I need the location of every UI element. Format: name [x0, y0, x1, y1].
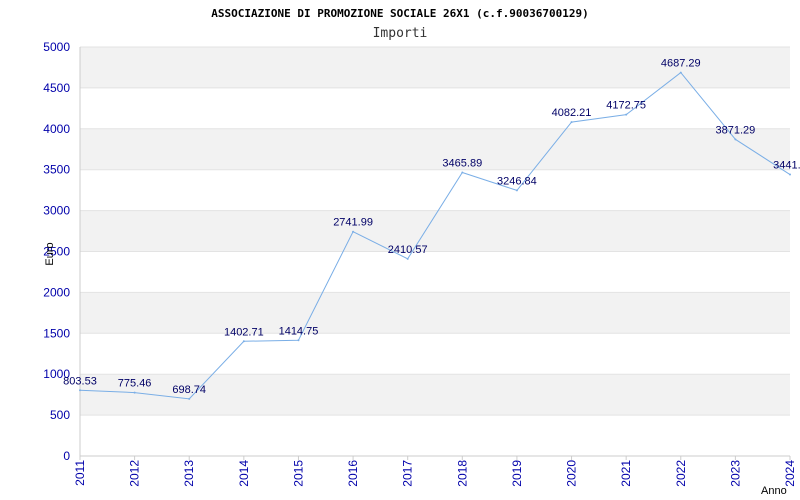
x-axis-label: Anno — [761, 485, 787, 497]
data-label: 1414.75 — [279, 325, 319, 337]
data-point — [461, 171, 464, 174]
y-tick-label: 4500 — [43, 81, 70, 95]
x-axis-ticks: 2011 2012 2013 2014 2015 2016 2017 2018 2019 2020… — [73, 456, 797, 487]
x-tick-label: 2012 — [128, 460, 142, 487]
y-tick-label: 1500 — [43, 326, 70, 340]
data-point — [133, 391, 136, 394]
y-tick-label: 0 — [63, 449, 70, 463]
x-tick-label: 2023 — [728, 460, 742, 487]
data-label: 2410.57 — [388, 244, 428, 256]
x-tick-label: 2015 — [291, 460, 305, 487]
data-point — [242, 340, 245, 343]
y-tick-label: 3500 — [43, 163, 70, 177]
grid-band — [80, 210, 790, 252]
y-tick-label: 3000 — [43, 204, 70, 218]
x-tick-label: 2011 — [73, 460, 87, 486]
x-tick-label: 2021 — [619, 460, 633, 487]
x-tick-label: 2020 — [565, 460, 579, 487]
line-chart: ASSOCIAZIONE DI PROMOZIONE SOCIALE 26X1 … — [43, 7, 800, 497]
y-tick-label: 4000 — [43, 122, 70, 136]
data-label: 3871.29 — [716, 124, 756, 136]
y-tick-label: 500 — [50, 408, 70, 422]
data-point — [297, 339, 300, 342]
data-point — [789, 173, 791, 176]
x-tick-label: 2016 — [346, 460, 360, 487]
grid-bands — [80, 47, 790, 416]
data-point — [79, 389, 81, 392]
data-point — [625, 113, 628, 116]
data-label: 3465.89 — [442, 157, 482, 169]
data-point — [570, 121, 573, 124]
grid-band — [80, 292, 790, 334]
chart-subtitle: Importi — [373, 26, 428, 41]
grid-band — [80, 128, 790, 170]
data-point — [734, 138, 737, 141]
data-label: 803.53 — [63, 375, 97, 387]
chart-title: ASSOCIAZIONE DI PROMOZIONE SOCIALE 26X1 … — [211, 7, 589, 20]
data-point — [679, 71, 682, 74]
x-tick-label: 2014 — [237, 460, 251, 487]
data-label: 4687.29 — [661, 58, 701, 70]
x-tick-label: 2018 — [455, 460, 469, 487]
data-label: 3246.84 — [497, 175, 537, 187]
x-tick-label: 2017 — [401, 460, 415, 487]
data-label: 3441.1 — [773, 160, 800, 172]
data-point — [406, 257, 409, 260]
y-tick-label: 5000 — [43, 40, 70, 54]
data-label: 4172.75 — [606, 100, 646, 112]
data-point — [515, 189, 518, 192]
data-label: 698.74 — [172, 384, 206, 396]
data-point — [352, 230, 355, 233]
data-point — [188, 397, 191, 400]
y-axis-label: Euro — [44, 242, 56, 265]
x-tick-label: 2024 — [783, 460, 797, 487]
data-label: 2741.99 — [333, 217, 373, 229]
x-tick-label: 2013 — [182, 460, 196, 487]
data-label: 1402.71 — [224, 326, 264, 338]
x-tick-label: 2019 — [510, 460, 524, 487]
data-label: 4082.21 — [552, 107, 592, 119]
data-label: 775.46 — [118, 378, 152, 390]
y-tick-label: 2000 — [43, 285, 70, 299]
x-tick-label: 2022 — [674, 460, 688, 487]
